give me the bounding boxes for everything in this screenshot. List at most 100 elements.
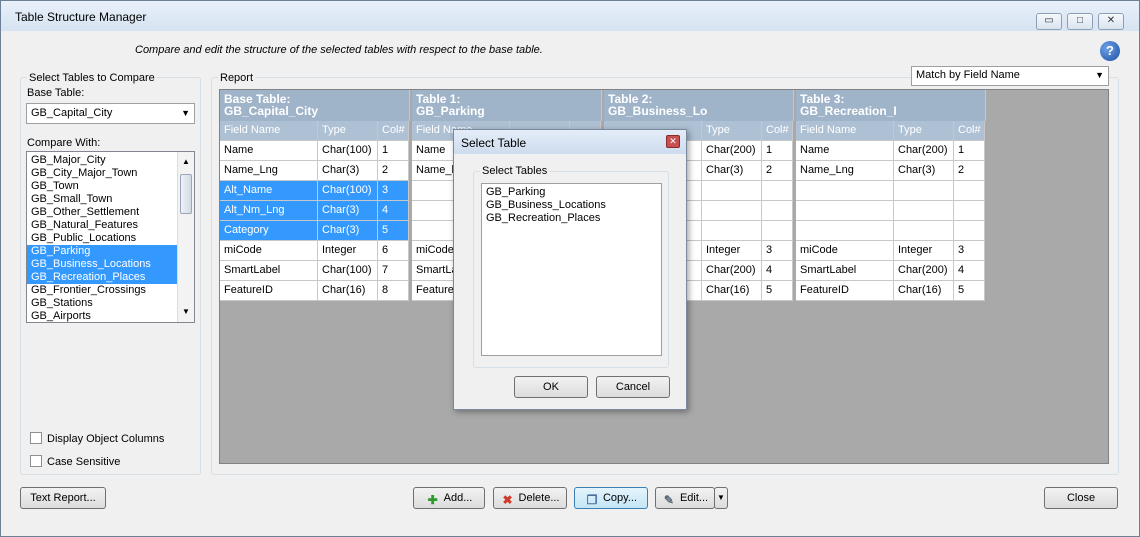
column-header[interactable]: Type [894,121,954,141]
table-cell[interactable] [894,221,954,241]
close-button[interactable]: Close [1044,487,1118,509]
text-report-button[interactable]: Text Report... [20,487,106,509]
dialog-close-button[interactable]: ✕ [666,135,680,148]
table-cell[interactable]: 6 [378,241,409,261]
dialog-list-item[interactable]: GB_Business_Locations [482,199,661,212]
table-cell[interactable]: 3 [954,241,985,261]
scroll-thumb[interactable] [180,174,192,214]
table-cell[interactable] [702,201,762,221]
maximize-button[interactable]: □ [1067,13,1093,30]
table-cell[interactable]: 2 [378,161,409,181]
base-table-select[interactable]: GB_Capital_City ▼ [26,103,195,124]
table-cell[interactable]: Char(100) [318,261,378,281]
dialog-list-item[interactable]: GB_Recreation_Places [482,212,661,225]
help-icon[interactable]: ? [1100,41,1120,61]
table-cell[interactable] [762,221,793,241]
list-item[interactable]: GB_Natural_Features [27,219,194,232]
table-cell[interactable]: SmartLabel [220,261,318,281]
edit-button[interactable]: ✎ Edit... [655,487,715,509]
list-item[interactable]: GB_Major_City [27,154,194,167]
column-header[interactable]: Field Name [796,121,894,141]
table-cell[interactable]: Char(3) [702,161,762,181]
ok-button[interactable]: OK [514,376,588,398]
table-cell[interactable] [796,181,894,201]
table-cell[interactable]: miCode [220,241,318,261]
table-cell[interactable] [894,181,954,201]
match-by-select[interactable]: Match by Field Name ▼ [911,66,1109,86]
table-cell[interactable] [894,201,954,221]
table-cell[interactable]: 4 [954,261,985,281]
compare-with-list[interactable]: GB_Major_City GB_City_Major_Town GB_Town GB… [26,151,195,323]
list-item[interactable]: GB_City_Major_Town [27,167,194,180]
list-item[interactable]: GB_Airports [27,310,194,322]
cancel-button[interactable]: Cancel [596,376,670,398]
table-cell[interactable]: Char(16) [702,281,762,301]
table-cell[interactable]: Alt_Name [220,181,318,201]
table-cell[interactable]: Char(3) [894,161,954,181]
dialog-list-item[interactable]: GB_Parking [482,186,661,199]
list-scrollbar[interactable]: ▲ ▼ [177,152,194,322]
table-cell[interactable] [762,181,793,201]
table-cell[interactable]: Char(200) [702,261,762,281]
list-item[interactable]: GB_Stations [27,297,194,310]
table-cell[interactable]: Char(200) [702,141,762,161]
table-cell[interactable]: 3 [762,241,793,261]
table-cell[interactable] [954,181,985,201]
scroll-down-icon[interactable]: ▼ [178,304,194,320]
edit-dropdown-button[interactable]: ▼ [714,487,728,509]
table-cell[interactable]: Name_Lng [220,161,318,181]
table-cell[interactable]: Char(3) [318,161,378,181]
display-object-columns-checkbox[interactable]: Display Object Columns [30,432,164,445]
table-cell[interactable]: Char(200) [894,141,954,161]
dialog-table-list[interactable]: GB_Parking GB_Business_Locations GB_Recrea… [481,183,662,356]
table-cell[interactable]: Integer [894,241,954,261]
table-cell[interactable]: Char(100) [318,141,378,161]
column-header[interactable]: Col# [378,121,409,141]
table-cell[interactable]: 5 [378,221,409,241]
column-header[interactable]: Field Name [220,121,318,141]
table-cell[interactable]: Integer [318,241,378,261]
table-cell[interactable]: Integer [702,241,762,261]
table-cell[interactable]: 4 [378,201,409,221]
minimize-button[interactable]: ▭ [1036,13,1062,30]
list-item[interactable]: GB_Other_Settlement [27,206,194,219]
list-item[interactable]: GB_Recreation_Places [27,271,194,284]
table-cell[interactable]: Name_Lng [796,161,894,181]
scroll-up-icon[interactable]: ▲ [178,154,194,170]
table-cell[interactable]: 2 [762,161,793,181]
table-cell[interactable]: Char(16) [894,281,954,301]
copy-button[interactable]: ❐ Copy... [574,487,648,509]
column-header[interactable]: Type [702,121,762,141]
table-cell[interactable]: 5 [954,281,985,301]
list-item[interactable]: GB_Frontier_Crossings [27,284,194,297]
table-cell[interactable] [702,221,762,241]
column-header[interactable]: Col# [954,121,985,141]
table-cell[interactable]: 5 [762,281,793,301]
table-cell[interactable]: Name [220,141,318,161]
table-cell[interactable] [954,221,985,241]
table-cell[interactable]: SmartLabel [796,261,894,281]
table-cell[interactable]: Alt_Nm_Lng [220,201,318,221]
table-cell[interactable]: Category [220,221,318,241]
table-cell[interactable]: 1 [762,141,793,161]
table-cell[interactable]: Name [796,141,894,161]
table-cell[interactable]: 8 [378,281,409,301]
add-button[interactable]: ✚ Add... [413,487,485,509]
table-cell[interactable]: Char(100) [318,181,378,201]
table-cell[interactable]: 4 [762,261,793,281]
case-sensitive-checkbox[interactable]: Case Sensitive [30,455,120,468]
list-item[interactable]: GB_Parking [27,245,194,258]
list-item[interactable]: GB_Business_Locations [27,258,194,271]
table-cell[interactable]: 1 [378,141,409,161]
table-cell[interactable] [796,221,894,241]
delete-button[interactable]: ✖ Delete... [493,487,567,509]
table-cell[interactable]: Char(3) [318,201,378,221]
table-cell[interactable]: FeatureID [796,281,894,301]
table-cell[interactable]: 1 [954,141,985,161]
table-cell[interactable] [762,201,793,221]
table-cell[interactable]: 7 [378,261,409,281]
table-cell[interactable] [702,181,762,201]
list-item[interactable]: GB_Small_Town [27,193,194,206]
table-cell[interactable]: 2 [954,161,985,181]
table-cell[interactable]: miCode [796,241,894,261]
